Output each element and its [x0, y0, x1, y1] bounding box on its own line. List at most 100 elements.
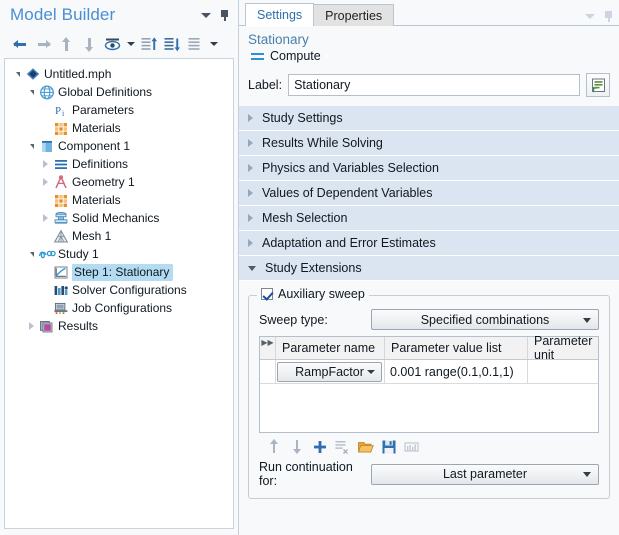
twisty-collapsed-icon[interactable]	[39, 155, 52, 173]
definitions-icon	[52, 156, 70, 172]
section-header[interactable]: Study Settings	[239, 106, 619, 131]
cell-parameter-name[interactable]: RampFactor	[276, 360, 385, 383]
twisty-expanded-icon[interactable]	[11, 65, 24, 83]
move-down-button[interactable]	[78, 33, 100, 55]
twisty-expanded-icon[interactable]	[25, 83, 38, 101]
row-selector[interactable]	[260, 360, 276, 383]
study-extensions-body: Auxiliary sweep Sweep type: Specified co…	[239, 281, 619, 499]
tree-node[interactable]: Definitions	[5, 155, 233, 173]
pin-icon[interactable]	[604, 11, 613, 22]
move-up-button[interactable]	[265, 438, 282, 455]
table-empty-area[interactable]	[260, 384, 598, 432]
tree-node-label: Mesh 1	[72, 228, 112, 243]
run-continuation-caption: Run continuation for:	[259, 460, 353, 488]
section-header[interactable]: Adaptation and Error Estimates	[239, 231, 619, 256]
show-button[interactable]	[101, 33, 123, 55]
eye-icon	[104, 38, 120, 51]
tree-node[interactable]: Component 1	[5, 137, 233, 155]
column-header-parameter-unit[interactable]: Parameter unit	[528, 334, 598, 362]
expand-all-button[interactable]	[138, 33, 160, 55]
tree-node[interactable]: Mesh 1	[5, 227, 233, 245]
twisty-expanded-icon[interactable]	[25, 137, 38, 155]
back-button[interactable]	[9, 33, 31, 55]
chevron-down-icon[interactable]	[585, 14, 595, 19]
twisty-placeholder	[39, 191, 52, 209]
section-header[interactable]: Mesh Selection	[239, 206, 619, 231]
auxiliary-sweep-label: Auxiliary sweep	[278, 287, 365, 301]
solver-icon	[52, 282, 70, 298]
tree-node[interactable]: Solver Configurations	[5, 281, 233, 299]
tab-settings[interactable]: Settings	[245, 3, 315, 27]
chevron-down-icon[interactable]	[201, 12, 211, 18]
tree-node[interactable]: Step 1: Stationary	[5, 263, 233, 281]
section-header[interactable]: Results While Solving	[239, 131, 619, 156]
tree-node[interactable]: Solid Mechanics	[5, 209, 233, 227]
parameter-name-select[interactable]: RampFactor	[277, 361, 382, 382]
twisty-collapsed-icon[interactable]	[39, 209, 52, 227]
tree-node[interactable]: Pi Parameters	[5, 101, 233, 119]
pin-icon[interactable]	[220, 9, 229, 21]
tree-node[interactable]: Study 1	[5, 245, 233, 263]
tree-node[interactable]: Materials	[5, 119, 233, 137]
settings-panel: Settings Properties Stationary Compute L…	[238, 0, 619, 535]
twisty-collapsed-icon[interactable]	[25, 317, 38, 335]
arrow-up-icon	[266, 439, 281, 454]
section-header[interactable]: Physics and Variables Selection	[239, 156, 619, 181]
tree-node-label: Materials	[72, 192, 121, 207]
save-to-file-button[interactable]	[380, 438, 397, 455]
twisty-collapsed-icon	[248, 214, 253, 222]
settings-body: Stationary Compute Label: Stationary Stu…	[239, 26, 619, 535]
cell-parameter-unit[interactable]	[528, 360, 598, 383]
compute-action[interactable]: Compute	[239, 48, 619, 63]
tab-properties[interactable]: Properties	[313, 4, 395, 26]
arrow-up-icon	[59, 36, 74, 52]
cell-parameter-value-list[interactable]: 0.001 range(0.1,0.1,1)	[385, 360, 528, 383]
show-dropdown[interactable]	[124, 33, 137, 55]
model-tree-container[interactable]: Untitled.mph Global Definitions Pi Paramete…	[4, 58, 234, 529]
run-continuation-select[interactable]: Last parameter	[371, 463, 599, 485]
section-header[interactable]: Values of Dependent Variables	[239, 181, 619, 206]
tree-node[interactable]: Job Configurations	[5, 299, 233, 317]
sweep-type-select[interactable]: Specified combinations	[371, 309, 599, 330]
section-header[interactable]: Study Extensions	[239, 256, 619, 281]
tree-node[interactable]: Materials	[5, 191, 233, 209]
tree-node[interactable]: Results	[5, 317, 233, 335]
list-options-button[interactable]	[184, 33, 206, 55]
materials-icon	[52, 192, 70, 208]
chevron-down-icon	[583, 317, 591, 323]
twisty-collapsed-icon[interactable]	[39, 173, 52, 191]
save-disk-icon	[382, 440, 395, 453]
compute-label: Compute	[270, 49, 321, 63]
move-down-button[interactable]	[288, 438, 305, 455]
delete-list-icon	[335, 440, 348, 454]
forward-button[interactable]	[32, 33, 54, 55]
label-input[interactable]	[288, 74, 580, 96]
list-options-dropdown[interactable]	[207, 33, 220, 55]
collapse-all-button[interactable]	[161, 33, 183, 55]
settings-tabstrip: Settings Properties	[239, 0, 619, 27]
tree-node[interactable]: Untitled.mph	[5, 65, 233, 83]
tree-node-label: Solver Configurations	[72, 282, 187, 297]
add-button[interactable]	[311, 438, 328, 455]
table-row[interactable]: RampFactor 0.001 range(0.1,0.1,1)	[260, 360, 598, 384]
section-header-label: Results While Solving	[262, 136, 383, 150]
description-button[interactable]	[586, 73, 610, 97]
tree-node-label: Geometry 1	[72, 174, 135, 189]
twisty-expanded-icon[interactable]	[25, 245, 38, 263]
delete-button[interactable]	[334, 438, 351, 455]
tree-node[interactable]: Global Definitions	[5, 83, 233, 101]
move-up-button[interactable]	[55, 33, 77, 55]
auxiliary-sweep-legend[interactable]: Auxiliary sweep	[257, 287, 369, 301]
auxiliary-sweep-checkbox[interactable]	[261, 288, 273, 300]
equals-icon	[251, 51, 264, 62]
section-header-label: Study Extensions	[265, 261, 362, 275]
column-header-parameter-value-list[interactable]: Parameter value list	[385, 337, 528, 359]
study-icon	[38, 246, 56, 262]
table-graph-button[interactable]	[403, 438, 420, 455]
tree-node-label: Untitled.mph	[44, 66, 112, 81]
load-from-file-button[interactable]	[357, 438, 374, 455]
table-corner-button[interactable]: ▶▶	[260, 337, 276, 359]
chevron-down-icon	[126, 42, 135, 46]
tree-node[interactable]: Geometry 1	[5, 173, 233, 191]
column-header-parameter-name[interactable]: Parameter name	[276, 337, 385, 359]
